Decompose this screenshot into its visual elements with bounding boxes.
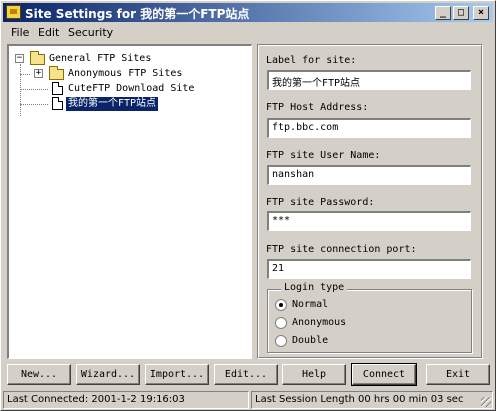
menu-edit[interactable]: Edit <box>38 26 59 39</box>
radio-normal[interactable] <box>275 299 287 311</box>
edit-button[interactable]: Edit... <box>214 364 278 385</box>
site-label-input[interactable]: 我的第一个FTP站点 <box>267 70 471 90</box>
password-caption: FTP site Password: <box>266 197 375 208</box>
site-settings-window: Site Settings for 我的第一个FTP站点 _ □ × File … <box>0 0 496 411</box>
last-session-status: Last Session Length 00 hrs 00 min 03 sec <box>251 391 493 409</box>
menu-file[interactable]: File <box>11 26 29 39</box>
help-button[interactable]: Help <box>282 364 346 385</box>
radio-label-anonymous: Anonymous <box>292 317 347 328</box>
radio-double[interactable] <box>275 335 287 347</box>
login-type-title: Login type <box>281 282 348 293</box>
tree-connector <box>20 104 48 105</box>
window-title: Site Settings for 我的第一个FTP站点 <box>25 7 250 21</box>
tree-connector <box>20 64 21 116</box>
user-name-input[interactable]: nanshan <box>267 165 471 185</box>
site-label-caption: Label for site: <box>266 55 357 66</box>
radio-label-normal: Normal <box>292 299 329 310</box>
port-caption: FTP site connection port: <box>266 244 417 255</box>
tree-label-selected: 我的第一个FTP站点 <box>66 97 159 111</box>
expand-icon[interactable]: + <box>34 69 43 78</box>
close-button[interactable]: × <box>473 6 489 20</box>
user-name-caption: FTP site User Name: <box>266 150 381 161</box>
radio-label-double: Double <box>292 335 329 346</box>
app-icon <box>6 5 21 19</box>
menu-bar: File Edit Security <box>3 23 493 43</box>
site-tree[interactable]: − General FTP Sites + Anonymous FTP Site… <box>7 44 252 359</box>
minimize-button[interactable]: _ <box>435 6 451 20</box>
password-input[interactable]: *** <box>267 211 471 231</box>
resize-grip-icon[interactable] <box>481 397 491 407</box>
tree-label: Anonymous FTP Sites <box>68 68 183 79</box>
wizard-button[interactable]: Wizard... <box>76 364 140 385</box>
maximize-button[interactable]: □ <box>453 6 469 20</box>
connect-button[interactable]: Connect <box>351 363 417 386</box>
radio-anonymous[interactable] <box>275 317 287 329</box>
collapse-icon[interactable]: − <box>15 54 24 63</box>
document-icon <box>52 97 63 110</box>
folder-icon <box>49 66 64 80</box>
tree-label: General FTP Sites <box>49 53 152 64</box>
new-button[interactable]: New... <box>7 364 71 385</box>
host-address-caption: FTP Host Address: <box>266 102 369 113</box>
tree-connector <box>20 89 48 90</box>
document-icon <box>52 82 63 95</box>
menu-security[interactable]: Security <box>68 26 113 39</box>
host-address-input[interactable]: ftp.bbc.com <box>267 118 471 138</box>
title-bar[interactable]: Site Settings for 我的第一个FTP站点 _ □ × <box>3 3 493 22</box>
tree-label: CuteFTP Download Site <box>68 83 195 94</box>
port-input[interactable]: 21 <box>267 259 471 279</box>
last-connected-status: Last Connected: 2001-1-2 19:16:03 <box>3 391 249 409</box>
import-button[interactable]: Import... <box>145 364 209 385</box>
folder-icon <box>30 51 45 65</box>
tree-connector <box>20 74 30 75</box>
exit-button[interactable]: Exit <box>426 364 490 385</box>
status-bar: Last Connected: 2001-1-2 19:16:03 Last S… <box>3 391 493 409</box>
